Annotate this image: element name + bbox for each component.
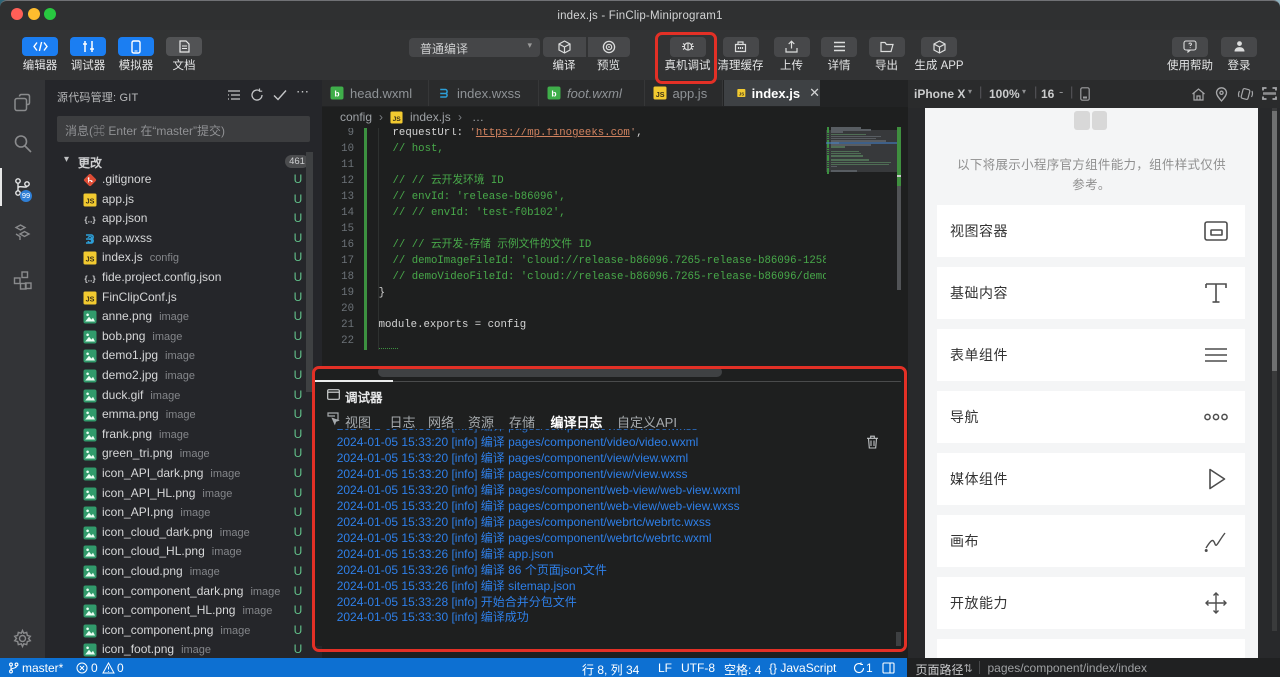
svg-text:JS: JS [86,196,95,205]
svg-text:b: b [551,89,556,99]
svg-text:{..}: {..} [84,273,96,283]
svg-text:JS: JS [86,255,95,264]
svg-text:{..}: {..} [84,215,96,225]
svg-text:JS: JS [393,116,402,123]
svg-text:b: b [334,89,339,99]
svg-text:3: 3 [87,234,93,246]
svg-text:JS: JS [86,294,95,303]
svg-text:JS: JS [739,91,744,96]
svg-text:ᗱ: ᗱ [440,87,449,100]
svg-text:JS: JS [655,90,664,99]
